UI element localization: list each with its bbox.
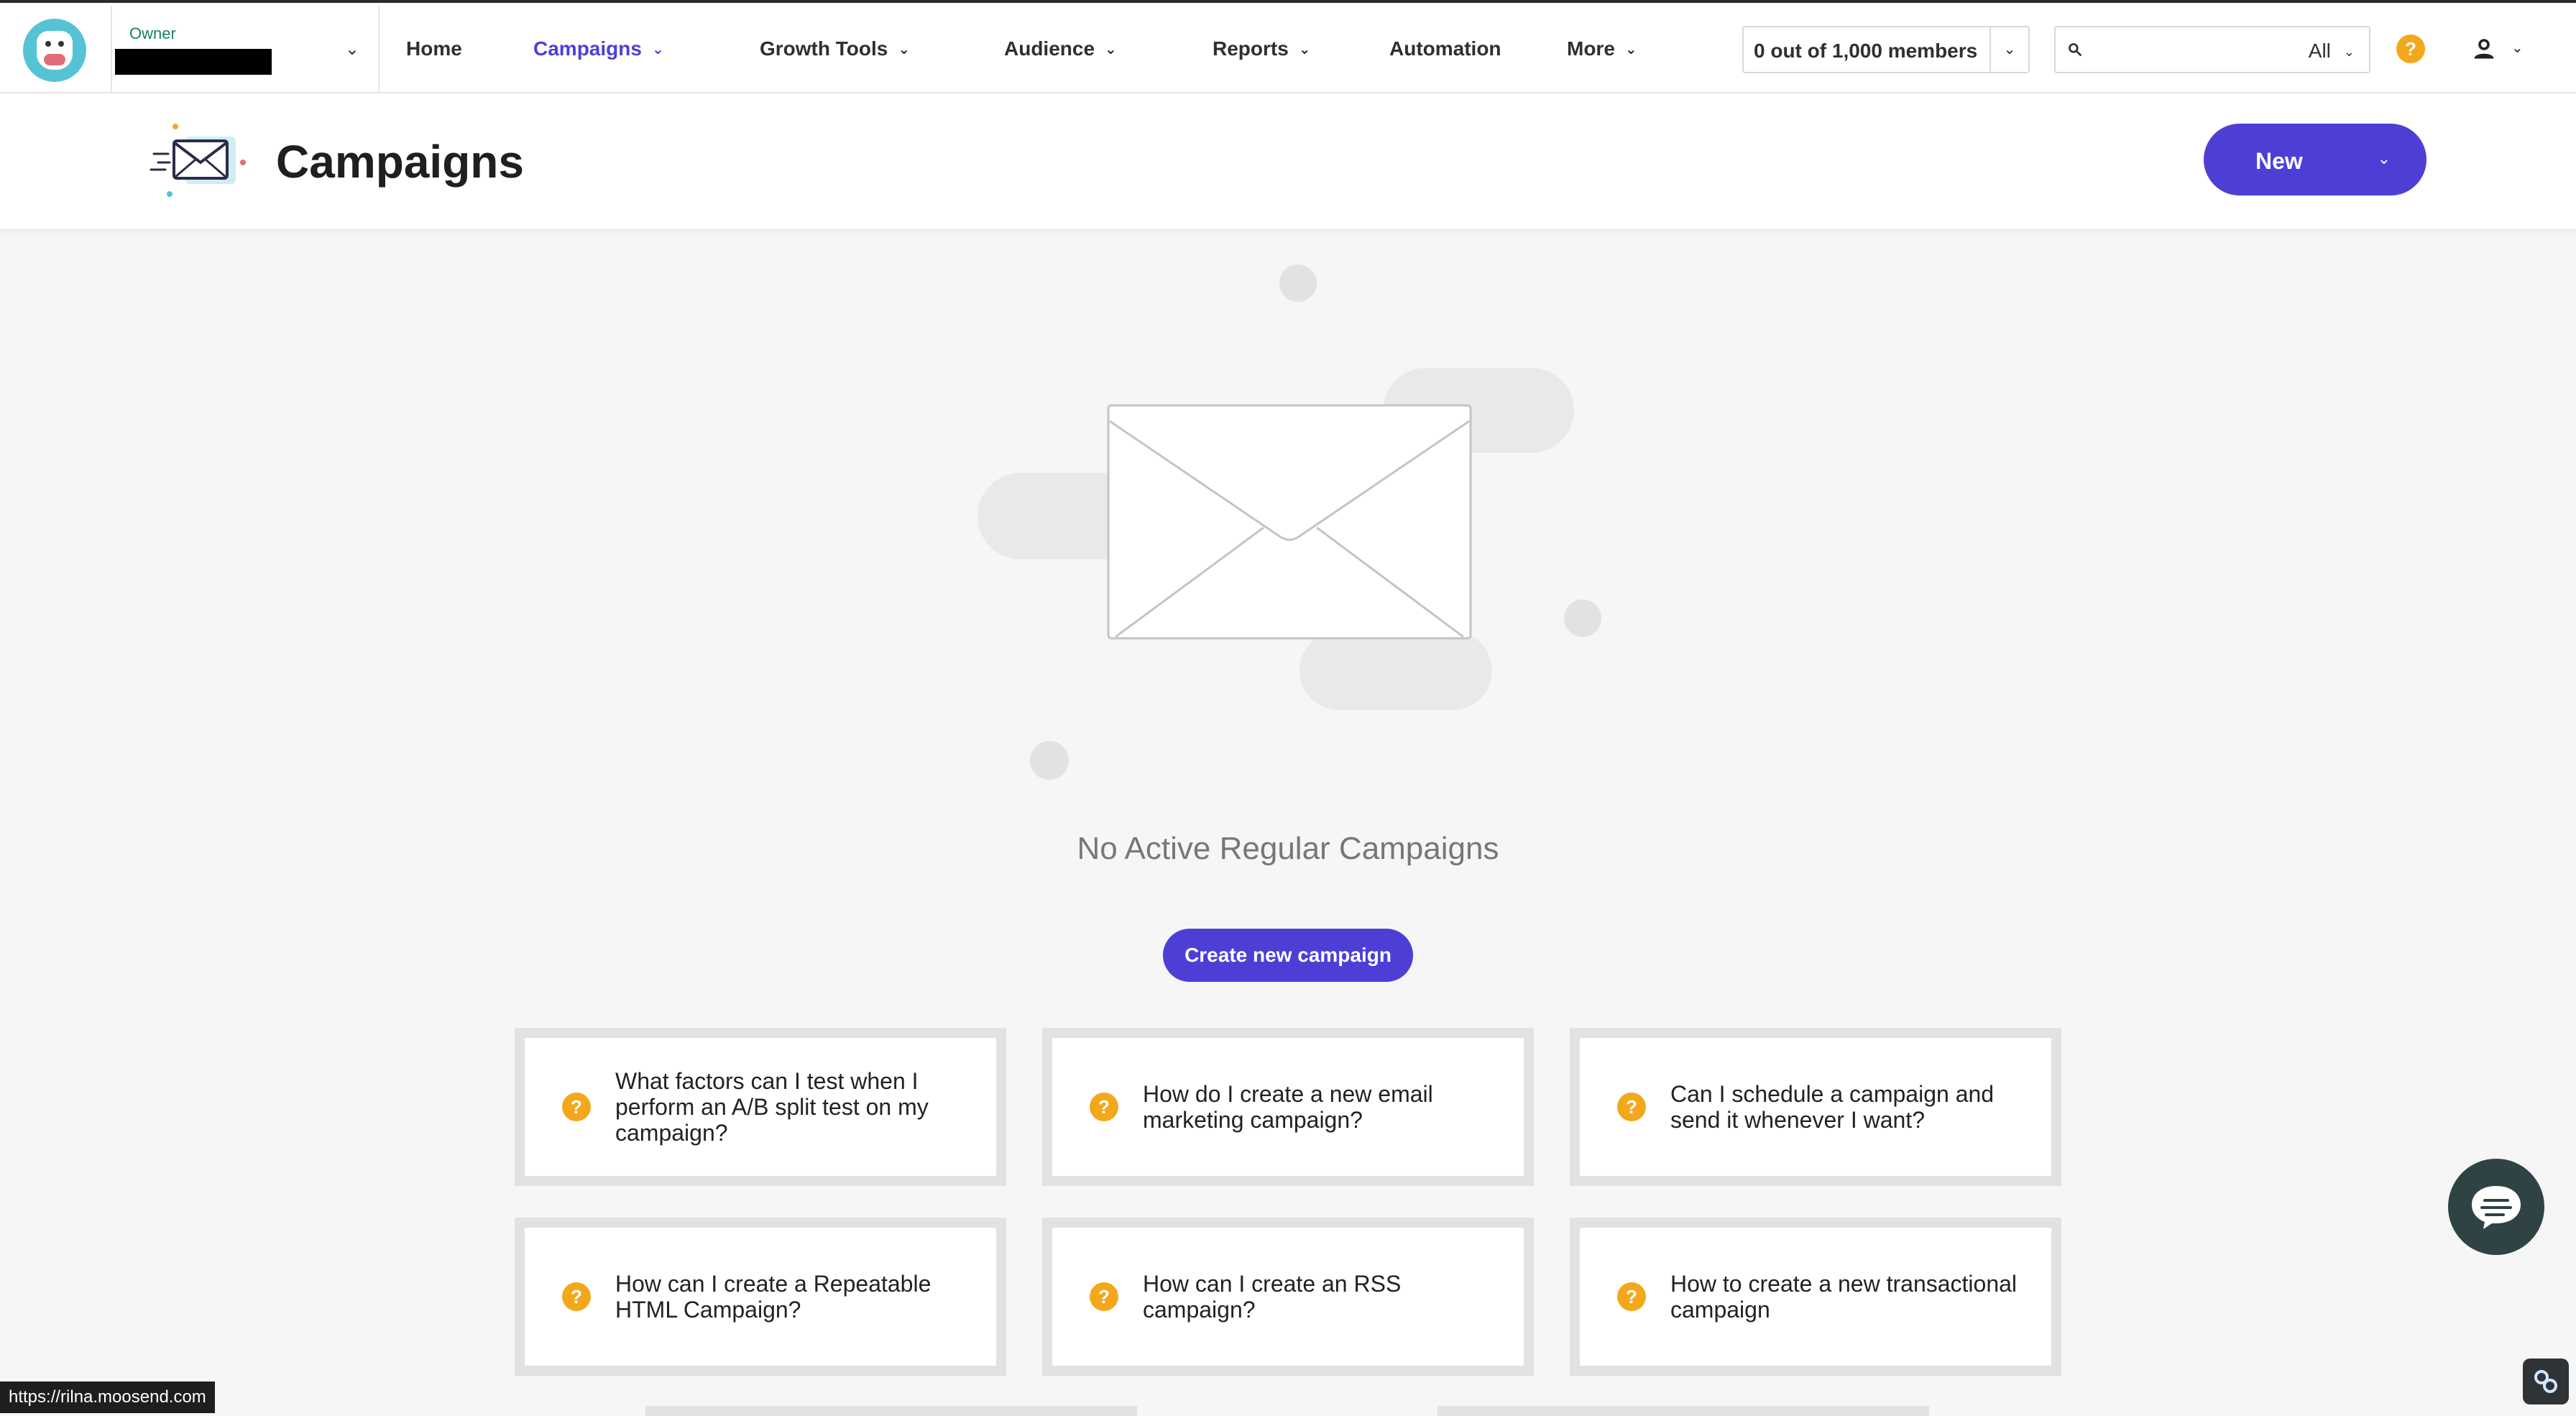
faq-text: How can I create a Repeatable HTML Campa…: [615, 1271, 932, 1323]
extension-widget[interactable]: [2523, 1358, 2569, 1404]
nav-growth-tools-label: Growth Tools: [760, 37, 888, 60]
chat-widget-button[interactable]: [2448, 1159, 2544, 1255]
faq-card[interactable]: ? Can I schedule a campaign and send it …: [1570, 1028, 2061, 1186]
nav-reports-label: Reports: [1213, 37, 1289, 60]
create-new-campaign-button[interactable]: Create new campaign: [1163, 929, 1413, 982]
faq-card[interactable]: ? How can I create an RSS campaign?: [1042, 1218, 1534, 1376]
nav-campaigns-label: Campaigns: [533, 37, 642, 60]
account-name-redacted: [115, 49, 272, 75]
chevron-down-icon: ⌄: [1624, 42, 1637, 58]
chevron-down-icon: ⌄: [898, 42, 911, 58]
question-icon: ?: [562, 1093, 591, 1121]
chevron-down-icon[interactable]: ⌄: [345, 39, 359, 60]
search-box[interactable]: All ⌄: [2054, 26, 2370, 73]
faq-text: How do I create a new email marketing ca…: [1143, 1081, 1433, 1133]
faq-card-partial: [1438, 1406, 1929, 1416]
search-filter-value: All: [2308, 40, 2331, 62]
chevron-down-icon: ⌄: [1105, 42, 1117, 58]
faq-card[interactable]: ? How to create a new transactional camp…: [1570, 1218, 2061, 1376]
campaign-envelope-icon: [150, 124, 246, 197]
new-button-label: New: [2255, 148, 2303, 174]
user-account-icon[interactable]: [2471, 36, 2497, 62]
question-icon: ?: [1090, 1282, 1118, 1311]
page-header: Campaigns New ⌄: [0, 93, 2576, 229]
faq-card[interactable]: ? How do I create a new email marketing …: [1042, 1028, 1534, 1186]
question-icon: ?: [1090, 1093, 1118, 1121]
chevron-down-icon: ⌄: [2343, 45, 2355, 59]
question-icon: ?: [1617, 1282, 1646, 1311]
nav-campaigns[interactable]: Campaigns ⌄: [533, 37, 664, 60]
members-count-text: 0 out of 1,000 members: [1754, 40, 1978, 62]
link-icon: [2534, 1370, 2557, 1393]
faq-text: What factors can I test when I perform a…: [615, 1068, 929, 1146]
empty-mailbox-illustration: [978, 265, 1601, 780]
search-input[interactable]: [2093, 35, 2266, 65]
faq-text: How to create a new transactional campai…: [1670, 1271, 2018, 1323]
page-title: Campaigns: [276, 136, 524, 188]
cow-face-icon: [37, 31, 73, 70]
top-navbar: Owner ⌄ Home Campaigns ⌄ Growth Tools ⌄ Au…: [0, 0, 2576, 95]
nav-growth-tools[interactable]: Growth Tools ⌄: [760, 37, 910, 60]
nav-more[interactable]: More ⌄: [1567, 37, 1637, 60]
chevron-down-icon: ⌄: [1298, 42, 1311, 58]
question-icon: ?: [562, 1282, 591, 1311]
faq-text: How can I create an RSS campaign?: [1143, 1271, 1402, 1323]
nav-home[interactable]: Home: [406, 37, 462, 60]
chat-bubble-icon: [2472, 1186, 2521, 1229]
empty-state-title: No Active Regular Campaigns: [1077, 831, 1499, 866]
nav-audience-label: Audience: [1004, 37, 1095, 60]
faq-card-partial: [645, 1406, 1137, 1416]
chevron-down-icon[interactable]: ⌄: [2511, 39, 2524, 57]
moosend-logo-icon[interactable]: [23, 19, 86, 82]
search-filter-select[interactable]: All ⌄: [2309, 40, 2355, 63]
chevron-down-icon[interactable]: ⌄: [1990, 27, 2028, 72]
status-bar-url: https://rilna.moosend.com: [0, 1381, 215, 1413]
new-campaign-button[interactable]: New ⌄: [2204, 124, 2426, 196]
account-switcher[interactable]: Owner ⌄: [111, 6, 380, 95]
question-icon: ?: [1617, 1093, 1646, 1121]
chevron-down-icon[interactable]: ⌄: [2378, 150, 2391, 168]
nav-reports[interactable]: Reports ⌄: [1213, 37, 1311, 60]
nav-audience[interactable]: Audience ⌄: [1004, 37, 1117, 60]
members-counter[interactable]: 0 out of 1,000 members ⌄: [1742, 26, 2030, 73]
faq-card[interactable]: ? What factors can I test when I perform…: [515, 1028, 1006, 1186]
faq-text: Can I schedule a campaign and send it wh…: [1670, 1081, 1995, 1133]
help-icon[interactable]: ?: [2396, 35, 2425, 63]
chevron-down-icon: ⌄: [651, 42, 664, 58]
nav-automation[interactable]: Automation: [1389, 37, 1501, 60]
account-role: Owner: [129, 24, 176, 42]
faq-card[interactable]: ? How can I create a Repeatable HTML Cam…: [515, 1218, 1006, 1376]
nav-more-label: More: [1567, 37, 1615, 60]
search-icon: [2069, 43, 2082, 56]
